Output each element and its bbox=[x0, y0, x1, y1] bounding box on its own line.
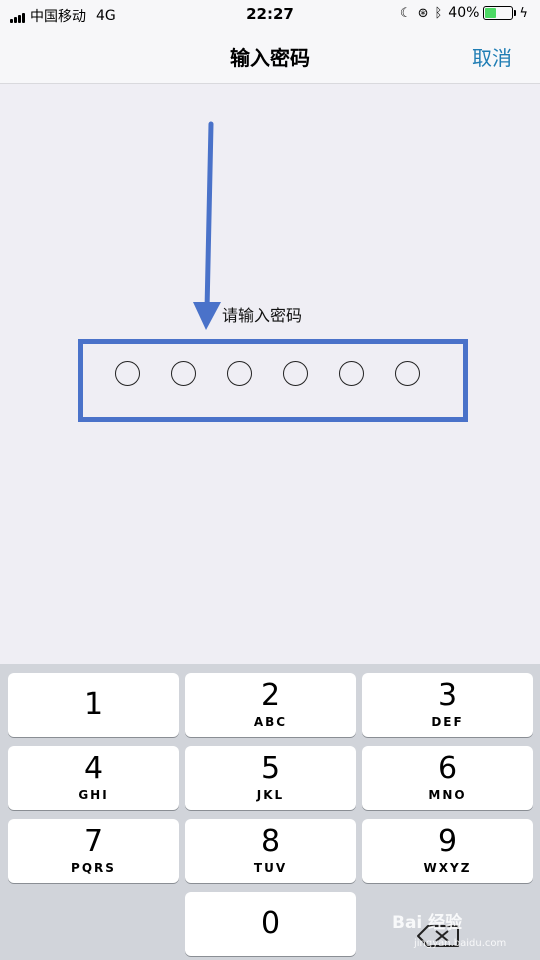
key-digit: 4 bbox=[83, 751, 104, 786]
passcode-dot bbox=[115, 361, 140, 386]
key-digit: 2 bbox=[260, 678, 281, 713]
cancel-button[interactable]: 取消 bbox=[472, 42, 512, 71]
key-9[interactable]: 9 WXYZ bbox=[362, 819, 533, 883]
key-digit: 5 bbox=[260, 751, 281, 786]
numeric-keypad: 1 2 ABC 3 DEF 4 GHI 5 JKL 6 MNO 7 PQRS 8 TUV 9 WXYZ 0 Bai… bbox=[0, 664, 540, 960]
watermark-url: jingyan.baidu.com bbox=[414, 938, 507, 949]
key-8[interactable]: 8 TUV bbox=[185, 819, 356, 883]
key-letters: JKL bbox=[256, 788, 285, 802]
key-letters: TUV bbox=[253, 861, 288, 875]
passcode-dot bbox=[339, 361, 364, 386]
key-digit: 1 bbox=[83, 687, 104, 722]
key-letters: PQRS bbox=[71, 861, 116, 875]
passcode-dot bbox=[395, 361, 420, 386]
passcode-dot bbox=[227, 361, 252, 386]
key-digit: 9 bbox=[437, 824, 458, 859]
key-letters: MNO bbox=[428, 788, 467, 802]
status-bar: 中国移动 4G 22:27 ☾ ⊛ ᛒ 40% ϟ bbox=[0, 0, 540, 30]
status-right: ☾ ⊛ ᛒ 40% ϟ bbox=[394, 5, 528, 21]
battery-fill bbox=[485, 8, 496, 18]
passcode-dot bbox=[171, 361, 196, 386]
key-6[interactable]: 6 MNO bbox=[362, 746, 533, 810]
bluetooth-icon: ᛒ bbox=[434, 5, 443, 21]
rotation-lock-icon: ⊛ bbox=[417, 5, 429, 21]
watermark-logo: Bai 经验 bbox=[392, 913, 463, 933]
key-digit: 6 bbox=[437, 751, 458, 786]
key-4[interactable]: 4 GHI bbox=[8, 746, 179, 810]
key-letters: WXYZ bbox=[423, 861, 472, 875]
key-digit: 3 bbox=[437, 678, 458, 713]
key-digit: 8 bbox=[260, 824, 281, 859]
passcode-dots bbox=[115, 361, 451, 386]
key-letters: ABC bbox=[253, 715, 288, 729]
key-digit: 7 bbox=[83, 824, 104, 859]
passcode-dot bbox=[283, 361, 308, 386]
key-1[interactable]: 1 bbox=[8, 673, 179, 737]
key-letters: GHI bbox=[78, 788, 109, 802]
charging-icon: ϟ bbox=[519, 5, 528, 21]
navigation-bar: 输入密码 取消 bbox=[0, 30, 540, 84]
moon-icon: ☾ bbox=[399, 5, 412, 21]
battery-percent: 40% bbox=[448, 5, 480, 21]
key-digit: 0 bbox=[260, 906, 281, 941]
passcode-prompt: 请输入密码 bbox=[222, 306, 303, 325]
page-title: 输入密码 bbox=[230, 46, 310, 70]
key-3[interactable]: 3 DEF bbox=[362, 673, 533, 737]
passcode-screen: 中国移动 4G 22:27 ☾ ⊛ ᛒ 40% ϟ 输入密码 取消 请输入密码 … bbox=[0, 0, 540, 960]
key-2[interactable]: 2 ABC bbox=[185, 673, 356, 737]
battery-icon bbox=[483, 6, 517, 20]
key-letters: DEF bbox=[431, 715, 464, 729]
key-7[interactable]: 7 PQRS bbox=[8, 819, 179, 883]
key-5[interactable]: 5 JKL bbox=[185, 746, 356, 810]
key-0[interactable]: 0 bbox=[185, 892, 356, 956]
